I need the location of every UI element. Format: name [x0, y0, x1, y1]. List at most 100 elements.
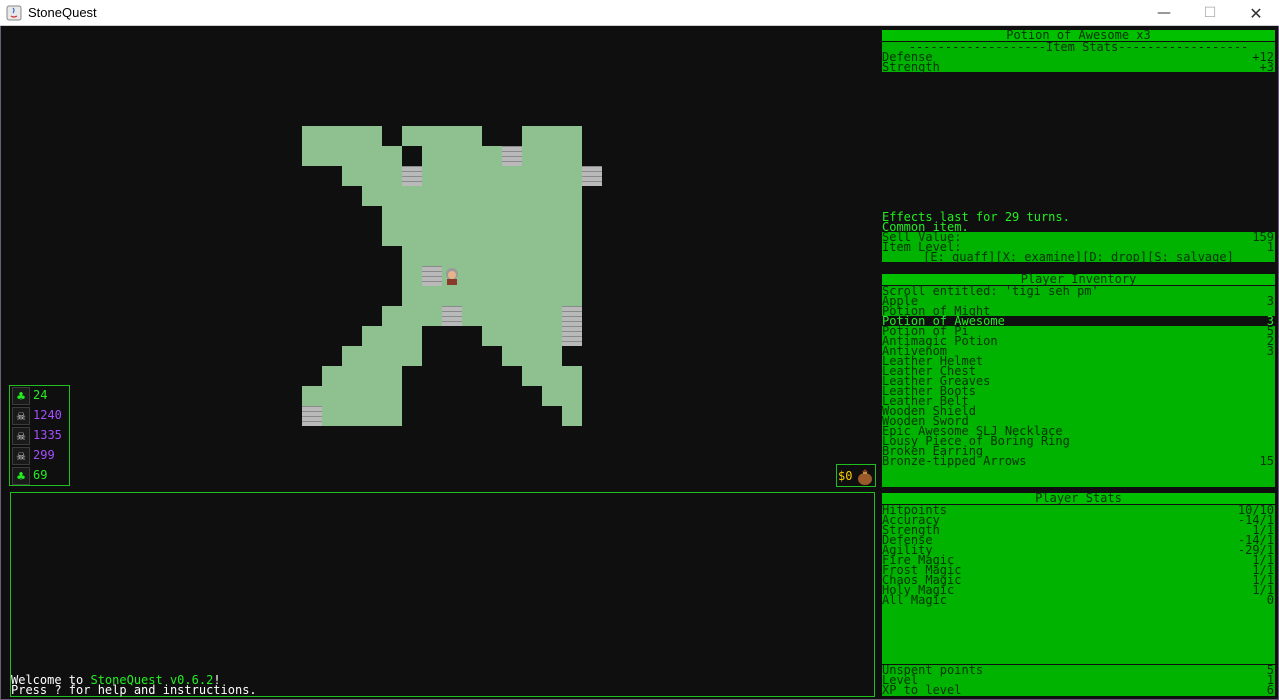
floor-tile [562, 146, 582, 166]
item-level-value: 1 [1266, 240, 1274, 254]
item-description-area [882, 72, 1275, 212]
stone-wall-tile [502, 146, 522, 166]
status-counter: ☠ 299 [12, 446, 70, 465]
floor-tile [422, 246, 442, 266]
floor-tile [542, 126, 562, 146]
maximize-button[interactable]: ☐ [1187, 0, 1233, 26]
floor-tile [462, 166, 482, 186]
message-log: Welcome to StoneQuest v0.6.2! Press ? fo… [10, 492, 875, 697]
player-progress-row: Unspent points 5 [882, 664, 1275, 676]
player-stat-label: All Magic [882, 593, 948, 607]
floor-tile [462, 286, 482, 306]
floor-tile [402, 346, 422, 366]
floor-tile [382, 366, 402, 386]
floor-tile [542, 346, 562, 366]
floor-tile [462, 126, 482, 146]
floor-tile [522, 166, 542, 186]
floor-tile [422, 146, 442, 166]
floor-tile [462, 186, 482, 206]
floor-tile [362, 366, 382, 386]
player-progress-value: 6 [1266, 683, 1274, 697]
player-stat-row: All Magic 0 [882, 593, 1275, 607]
floor-tile [522, 246, 542, 266]
floor-tile [422, 126, 442, 146]
floor-tile [462, 206, 482, 226]
floor-tile [382, 326, 402, 346]
floor-tile [562, 286, 582, 306]
minimize-button[interactable]: — [1141, 0, 1187, 26]
floor-tile [402, 206, 422, 226]
item-actions[interactable]: [E: quaff][X: examine][D: drop][S: salva… [882, 251, 1275, 263]
item-stat-row: Strength +3 [882, 61, 1275, 73]
status-counter: ♣ 69 [12, 466, 70, 485]
gold-indicator: $0 [836, 464, 876, 487]
floor-tile [522, 326, 542, 346]
floor-tile [382, 346, 402, 366]
floor-tile [322, 126, 342, 146]
floor-tile [502, 286, 522, 306]
floor-tile [502, 186, 522, 206]
status-counter-value: 1335 [33, 428, 62, 442]
money-bag-icon [858, 469, 872, 485]
floor-tile [502, 346, 522, 366]
status-counter: ☠ 1240 [12, 406, 70, 425]
stone-wall-tile [302, 406, 322, 426]
floor-tile [522, 306, 542, 326]
floor-tile [482, 306, 502, 326]
stone-wall-tile [562, 326, 582, 346]
floor-tile [462, 226, 482, 246]
floor-tile [562, 366, 582, 386]
floor-tile [342, 166, 362, 186]
floor-tile [562, 266, 582, 286]
player-stat-row: Strength 1/1 [882, 524, 1275, 536]
close-button[interactable]: ✕ [1233, 0, 1279, 26]
status-counter-value: 299 [33, 448, 55, 462]
floor-tile [562, 126, 582, 146]
log-message: Press ? for help and instructions. [11, 683, 257, 697]
player-stat-row: Defense -14/1 [882, 534, 1275, 546]
floor-tile [342, 126, 362, 146]
floor-tile [342, 146, 362, 166]
floor-tile [402, 246, 422, 266]
floor-tile [342, 366, 362, 386]
floor-tile [402, 266, 422, 286]
floor-tile [522, 286, 542, 306]
player-stats-panel: Player Stats Hitpoints 10/10 Accuracy -14/1… [882, 492, 1275, 697]
floor-tile [402, 326, 422, 346]
floor-tile [442, 226, 462, 246]
floor-tile [442, 146, 462, 166]
status-counter-value: 1240 [33, 408, 62, 422]
floor-tile [522, 266, 542, 286]
floor-tile [462, 246, 482, 266]
floor-tile [382, 406, 402, 426]
floor-tile [482, 286, 502, 306]
floor-tile [522, 346, 542, 366]
floor-tile [362, 126, 382, 146]
floor-tile [302, 146, 322, 166]
player-stats-footer: Unspent points 5 Level 1 XP to level 6 [882, 664, 1275, 697]
floor-tile [542, 326, 562, 346]
inventory-item[interactable]: Bronze-tipped Arrows 15 [882, 455, 1275, 467]
skull-icon: ☠ [12, 447, 30, 465]
floor-tile [542, 246, 562, 266]
floor-tile [542, 266, 562, 286]
floor-tile [502, 226, 522, 246]
floor-tile [562, 406, 582, 426]
floor-tile [402, 186, 422, 206]
floor-tile [542, 286, 562, 306]
player-stat-value: 0 [1266, 593, 1274, 607]
floor-tile [562, 226, 582, 246]
inventory-list: Scroll entitled: 'tigi seh pm' Apple 3 Poti… [882, 285, 1275, 467]
stone-wall-tile [402, 166, 422, 186]
floor-tile [382, 146, 402, 166]
inventory-panel: Player Inventory Scroll entitled: 'tigi … [882, 273, 1275, 487]
floor-tile [322, 366, 342, 386]
floor-tile [382, 206, 402, 226]
dungeon-map[interactable] [2, 28, 878, 490]
floor-tile [482, 326, 502, 346]
inventory-item[interactable]: Scroll entitled: 'tigi seh pm' [882, 285, 1275, 297]
floor-tile [542, 306, 562, 326]
floor-tile [422, 166, 442, 186]
floor-tile [522, 186, 542, 206]
floor-tile [522, 226, 542, 246]
